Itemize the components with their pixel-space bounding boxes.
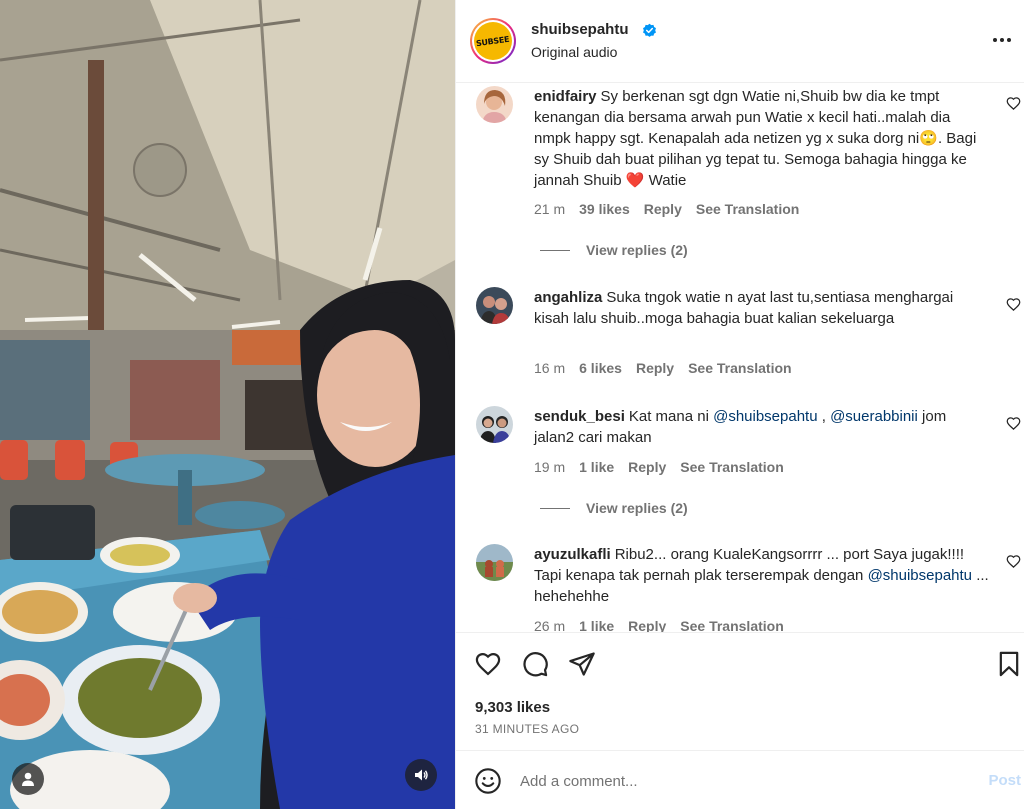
comment-username[interactable]: ayuzulkafli (534, 546, 611, 563)
post-sidebar: SUBSEE shuibsepahtu Original audio enidf… (455, 0, 1024, 809)
see-translation-button[interactable]: See Translation (688, 360, 791, 376)
likes-count[interactable]: 9,303 likes (475, 699, 550, 716)
tagged-user-button[interactable] (12, 763, 44, 795)
comment-bubble-icon[interactable] (521, 650, 549, 678)
comment-time: 26 m (534, 618, 566, 632)
user-icon (22, 772, 34, 786)
audio-toggle-button[interactable] (405, 759, 437, 791)
comment-time: 16 m (534, 360, 566, 376)
comment-input[interactable] (520, 769, 920, 793)
commenter-avatar[interactable] (476, 406, 513, 443)
see-translation-button[interactable]: See Translation (680, 618, 783, 632)
comment-text-end: Watie (644, 172, 687, 189)
see-translation-button[interactable]: See Translation (696, 201, 799, 217)
mention-link[interactable]: @shuibsepahtu (868, 567, 972, 584)
reply-button[interactable]: Reply (628, 618, 666, 632)
add-comment-bar: Post (456, 750, 1024, 809)
emoji-icon[interactable] (474, 767, 502, 795)
reply-button[interactable]: Reply (628, 459, 666, 475)
comment-likes[interactable]: 6 likes (579, 360, 622, 376)
subsee-logo: SUBSEE (474, 22, 512, 60)
view-replies-button[interactable]: View replies (2) (540, 500, 688, 516)
post-actions: 9,303 likes 31 MINUTES AGO (456, 632, 1024, 750)
comment-meta: 16 m 6 likes Reply See Translation (534, 360, 792, 376)
red-heart-emoji: ❤️ (625, 172, 645, 189)
post-header: SUBSEE shuibsepahtu Original audio (456, 0, 1024, 83)
comment-meta: 26 m 1 like Reply See Translation (534, 618, 784, 632)
share-send-icon[interactable] (568, 650, 596, 678)
comment-username[interactable]: angahliza (534, 289, 602, 306)
heart-icon[interactable] (1006, 416, 1021, 431)
reply-button[interactable]: Reply (636, 360, 674, 376)
comment-text: Kat mana ni (628, 408, 714, 425)
post-timestamp: 31 MINUTES AGO (475, 722, 580, 736)
commenter-avatar[interactable] (476, 287, 513, 324)
more-options-button[interactable] (987, 28, 1017, 52)
heart-icon[interactable] (1006, 554, 1021, 569)
comment-meta: 21 m 39 likes Reply See Translation (534, 201, 799, 217)
commenter-avatar[interactable] (476, 544, 513, 581)
comment-likes[interactable]: 1 like (579, 618, 614, 632)
comment-likes[interactable]: 1 like (579, 459, 614, 475)
author-avatar[interactable]: SUBSEE (470, 18, 516, 64)
comment-time: 19 m (534, 459, 566, 475)
comments-list[interactable]: enidfairy Sy berkenan sgt dgn Watie ni,Sh… (456, 84, 1024, 632)
view-replies-button[interactable]: View replies (2) (540, 242, 688, 258)
comment-username[interactable]: senduk_besi (534, 408, 625, 425)
comment-meta: 19 m 1 like Reply See Translation (534, 459, 784, 475)
author-username[interactable]: shuibsepahtu (531, 21, 629, 38)
mention-link[interactable]: @suerabbinii (830, 408, 918, 425)
reply-button[interactable]: Reply (644, 201, 682, 217)
verified-badge-icon (643, 23, 656, 37)
comment-likes[interactable]: 39 likes (579, 201, 630, 217)
video-frame (0, 0, 455, 809)
comment-username[interactable]: enidfairy (534, 88, 597, 105)
heart-icon[interactable] (1006, 96, 1021, 111)
divider-line (540, 507, 570, 509)
rolling-eyes-emoji: 🙄 (919, 130, 938, 147)
divider-line (540, 249, 570, 251)
like-heart-icon[interactable] (474, 650, 502, 678)
commenter-avatar[interactable] (476, 86, 513, 123)
save-bookmark-icon[interactable] (995, 650, 1023, 678)
more-icon (993, 38, 997, 42)
post-comment-button[interactable]: Post (988, 772, 1021, 789)
speaker-icon (415, 769, 428, 781)
see-translation-button[interactable]: See Translation (680, 459, 783, 475)
original-audio-link[interactable]: Original audio (531, 44, 617, 60)
heart-icon[interactable] (1006, 297, 1021, 312)
post-media-video[interactable] (0, 0, 455, 809)
mention-link[interactable]: @shuibsepahtu (713, 408, 817, 425)
comment-time: 21 m (534, 201, 566, 217)
